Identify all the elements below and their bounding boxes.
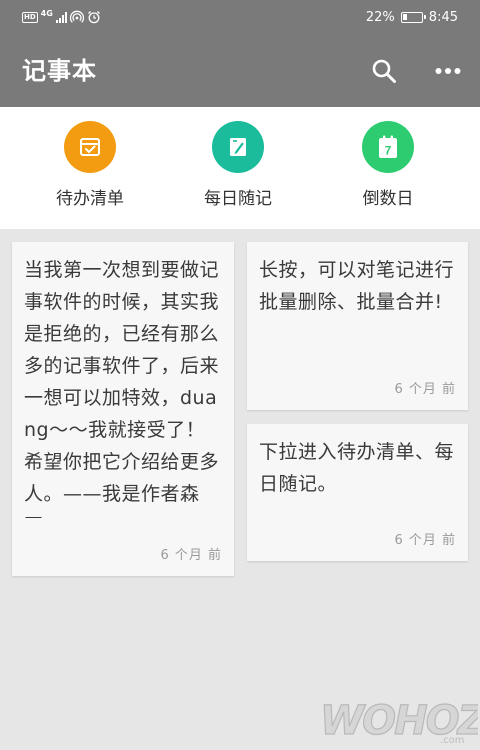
diary-icon-circle <box>212 121 264 173</box>
status-bar: HD 4G 22% 8:45 <box>0 0 480 34</box>
battery-icon <box>400 11 426 23</box>
clock: 8:45 <box>428 9 458 25</box>
note-card[interactable]: 长按，可以对笔记进行批量删除、批量合并! 6 个月 前 <box>247 242 468 410</box>
signal-icon <box>55 11 67 23</box>
todo-check-icon <box>80 138 100 156</box>
todo-icon-circle <box>64 121 116 173</box>
battery-percent: 22% <box>365 9 395 25</box>
diary-pen-icon <box>230 138 246 156</box>
note-time: 6 个月 前 <box>160 548 222 563</box>
calendar-day-number: 7 <box>385 144 392 158</box>
notepad-screen: HD 4G 22% 8:45 记事本 待办清单 每日随记 7 倒数日 当我第一次… <box>0 0 480 750</box>
alarm-icon <box>87 11 100 24</box>
note-time: 6 个月 前 <box>394 382 456 397</box>
search-button[interactable] <box>366 53 402 89</box>
search-icon <box>372 59 396 83</box>
quick-actions-bar: 待办清单 每日随记 7 倒数日 <box>0 107 480 229</box>
countdown-icon-circle: 7 <box>362 121 414 173</box>
hotspot-icon <box>69 10 84 23</box>
diary-label: 每日随记 <box>204 189 272 209</box>
todo-label: 待办清单 <box>56 189 124 209</box>
watermark-logo: WOHOZ .com <box>319 697 478 746</box>
note-card[interactable]: 当我第一次想到要做记事软件的时候，其实我是拒绝的，已经有那么多的记事软件了，后来… <box>12 242 234 576</box>
note-card[interactable]: 下拉进入待办清单、每日随记。 6 个月 前 <box>247 424 468 561</box>
watermark-suffix: .com <box>440 735 465 746</box>
note-text: 长按，可以对笔记进行批量删除、批量合并! <box>259 259 455 313</box>
quick-action-todo[interactable]: 待办清单 <box>25 121 155 221</box>
app-toolbar: 记事本 <box>0 34 480 107</box>
app-title: 记事本 <box>22 57 97 85</box>
network-type: 4G <box>40 9 53 18</box>
hd-badge: HD <box>22 11 38 23</box>
countdown-label: 倒数日 <box>362 189 414 209</box>
note-time: 6 个月 前 <box>394 533 456 548</box>
status-left: HD 4G <box>22 9 101 25</box>
quick-action-countdown[interactable]: 7 倒数日 <box>323 121 453 221</box>
note-text: 当我第一次想到要做记事软件的时候，其实我是拒绝的，已经有那么多的记事软件了，后来… <box>24 259 220 518</box>
more-button[interactable] <box>430 53 466 89</box>
more-icon <box>435 68 461 74</box>
note-text: 下拉进入待办清单、每日随记。 <box>259 441 455 495</box>
quick-action-diary[interactable]: 每日随记 <box>173 121 303 221</box>
status-right: 22% 8:45 <box>366 7 458 27</box>
calendar-icon: 7 <box>379 135 397 158</box>
